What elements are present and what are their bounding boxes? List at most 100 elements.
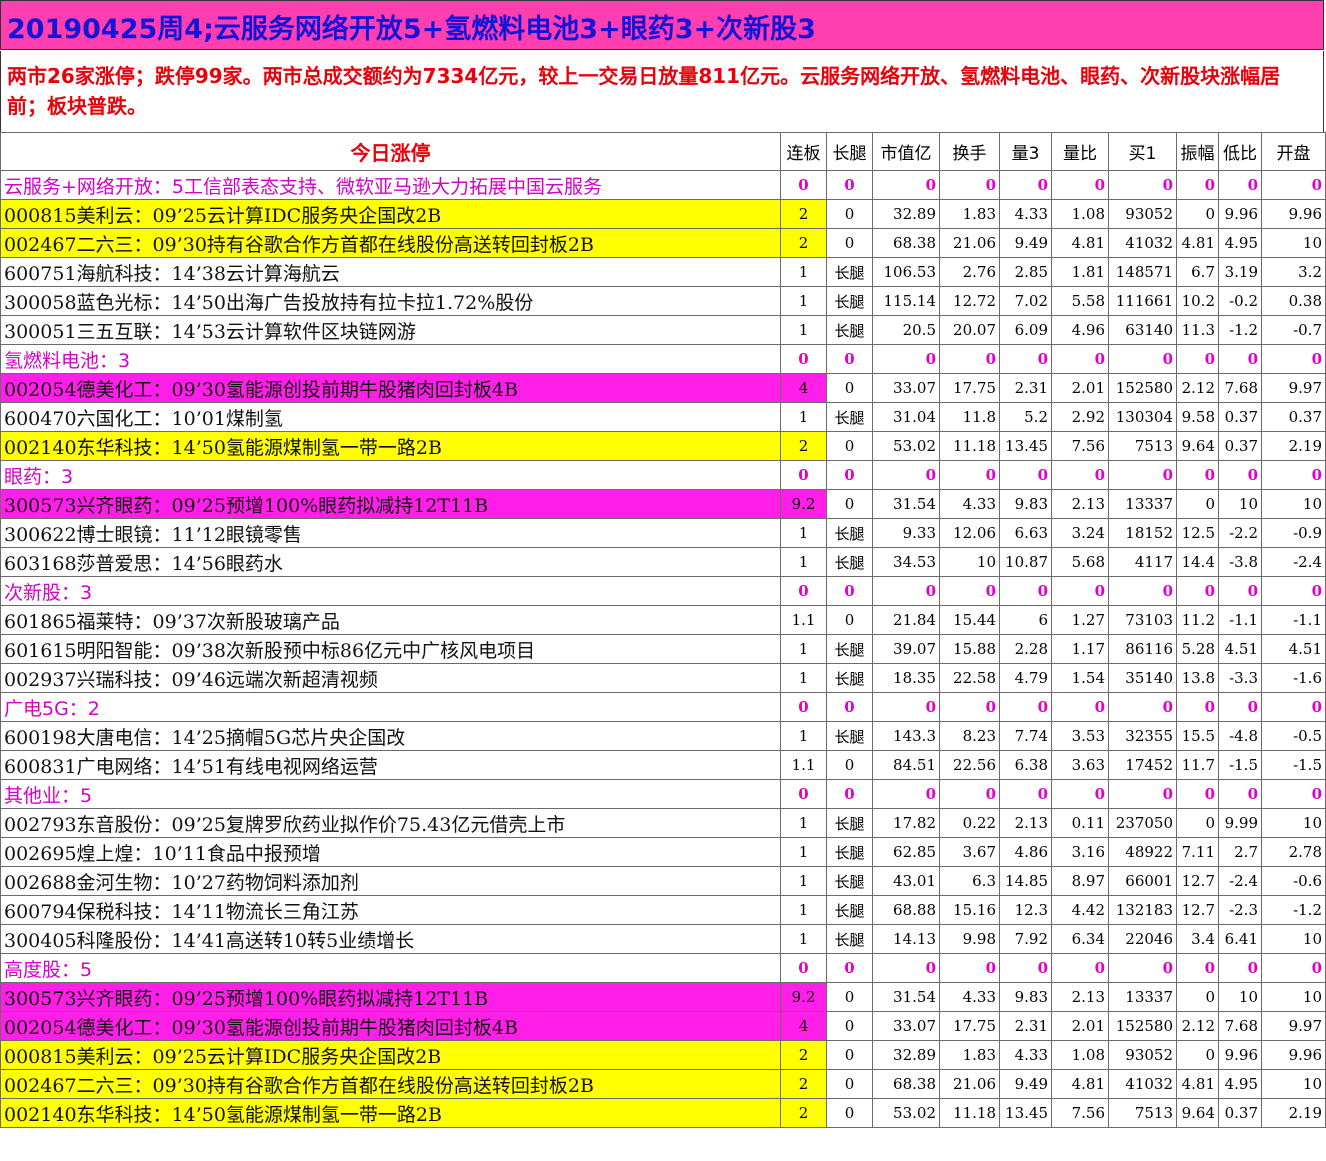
low-ratio-cell: 9.99 [1218,808,1262,838]
market-cap-cell: 0 [872,779,940,809]
volume3-cell: 6 [999,605,1052,635]
market-cap-cell: 32.89 [872,1040,940,1070]
turnover-cell: 17.75 [939,373,1000,403]
long-leg-cell: 长腿 [826,808,873,838]
category-label: 广电5G：2 [0,692,781,722]
stock-name-cell: 300405科隆股份：14’41高送转10转5业绩增长 [0,924,781,954]
consecutive-cell: 1 [780,315,827,345]
amplitude-cell: 9.64 [1176,431,1219,461]
open-cell: 10 [1261,489,1326,519]
turnover-cell: 17.75 [939,1011,1000,1041]
table-row: 300622博士眼镜：11’12眼镜零售 1 长腿 9.33 12.06 6.63 3.24… [0,518,1326,548]
low-ratio-cell: -2.3 [1218,895,1262,925]
long-leg-cell: 0 [826,605,873,635]
volume-ratio-cell: 7.56 [1051,1098,1109,1128]
open-cell: 0.37 [1261,402,1326,432]
consecutive-cell: 9.2 [780,982,827,1012]
open-cell: 0 [1261,344,1326,374]
volume-ratio-cell: 4.81 [1051,1069,1109,1099]
page-title-bar: 20190425周4;云服务网络开放5+氢燃料电池3+眼药3+次新股3 [0,0,1324,50]
market-cap-cell: 9.33 [872,518,940,548]
amplitude-cell: 11.2 [1176,605,1219,635]
volume-ratio-cell: 0 [1051,170,1109,200]
category-label: 眼药：3 [0,460,781,490]
open-cell: 10 [1261,1069,1326,1099]
open-cell: 10 [1261,228,1326,258]
header-volume-ratio: 量比 [1051,132,1109,171]
table-row: 600831广电网络：14’51有线电视网络运营 1.1 0 84.51 22.56 6.… [0,750,1326,780]
low-ratio-cell: 0 [1218,779,1262,809]
open-cell: 9.96 [1261,199,1326,229]
amplitude-cell: 0 [1176,953,1219,983]
volume3-cell: 9.83 [999,489,1052,519]
table-row: 002140东华科技：14’50氢能源煤制氢一带一路2B 2 0 53.02 11.18… [0,431,1326,461]
bid1-cell: 93052 [1108,199,1177,229]
header-open: 开盘 [1261,132,1326,171]
volume-ratio-cell: 4.42 [1051,895,1109,925]
volume-ratio-cell: 0 [1051,953,1109,983]
low-ratio-cell: 3.19 [1218,257,1262,287]
consecutive-cell: 9.2 [780,489,827,519]
table-row: 603168莎普爱思：14’56眼药水 1 长腿 34.53 10 10.87 5.68 41… [0,547,1326,577]
turnover-cell: 10 [939,547,1000,577]
consecutive-cell: 1 [780,547,827,577]
header-low-ratio: 低比 [1218,132,1262,171]
volume3-cell: 7.02 [999,286,1052,316]
consecutive-cell: 2 [780,1040,827,1070]
consecutive-cell: 2 [780,228,827,258]
long-leg-cell: 0 [826,170,873,200]
header-volume3: 量3 [999,132,1052,171]
consecutive-cell: 1.1 [780,605,827,635]
volume-ratio-cell: 1.54 [1051,663,1109,693]
table-row: 002937兴瑞科技：09’46远端次新超清视频 1 长腿 18.35 22.58 4.7… [0,663,1326,693]
market-cap-cell: 62.85 [872,837,940,867]
low-ratio-cell: 6.41 [1218,924,1262,954]
open-cell: -1.5 [1261,750,1326,780]
low-ratio-cell: 0 [1218,170,1262,200]
long-leg-cell: 长腿 [826,895,873,925]
volume-ratio-cell: 2.01 [1051,1011,1109,1041]
bid1-cell: 111661 [1108,286,1177,316]
market-cap-cell: 53.02 [872,1098,940,1128]
consecutive-cell: 1.1 [780,750,827,780]
open-cell: 0 [1261,170,1326,200]
header-market-cap: 市值亿 [872,132,940,171]
table-row: 600198大唐电信：14’25摘帽5G芯片央企国改 1 长腿 143.3 8.23 7.… [0,721,1326,751]
volume3-cell: 6.38 [999,750,1052,780]
amplitude-cell: 15.5 [1176,721,1219,751]
table-row: 601615明阳智能：09’38次新股预中标86亿元中广核风电项目 1 长腿 39.0… [0,634,1326,664]
long-leg-cell: 长腿 [826,837,873,867]
market-cap-cell: 31.54 [872,489,940,519]
volume-ratio-cell: 3.63 [1051,750,1109,780]
open-cell: 0 [1261,576,1326,606]
consecutive-cell: 2 [780,199,827,229]
category-label: 云服务+网络开放：5工信部表态支持、微软亚马逊大力拓展中国云服务 [0,170,781,200]
long-leg-cell: 长腿 [826,634,873,664]
bid1-cell: 35140 [1108,663,1177,693]
market-cap-cell: 17.82 [872,808,940,838]
long-leg-cell: 0 [826,1069,873,1099]
low-ratio-cell: -4.8 [1218,721,1262,751]
consecutive-cell: 0 [780,953,827,983]
volume-ratio-cell: 2.92 [1051,402,1109,432]
long-leg-cell: 0 [826,982,873,1012]
header-long-leg: 长腿 [826,132,873,171]
amplitude-cell: 9.58 [1176,402,1219,432]
low-ratio-cell: -2.4 [1218,866,1262,896]
market-cap-cell: 68.38 [872,1069,940,1099]
market-cap-cell: 33.07 [872,1011,940,1041]
volume3-cell: 2.31 [999,1011,1052,1041]
long-leg-cell: 长腿 [826,924,873,954]
consecutive-cell: 0 [780,692,827,722]
stock-name-cell: 300573兴齐眼药：09’25预增100%眼药拟减持12T11B [0,982,781,1012]
amplitude-cell: 12.5 [1176,518,1219,548]
stock-name-cell: 002140东华科技：14’50氢能源煤制氢一带一路2B [0,1098,781,1128]
long-leg-cell: 0 [826,1011,873,1041]
volume3-cell: 4.86 [999,837,1052,867]
bid1-cell: 48922 [1108,837,1177,867]
amplitude-cell: 5.28 [1176,634,1219,664]
category-row: 高度股：5 0 0 0 0 0 0 0 0 0 0 [0,953,1326,983]
open-cell: -0.6 [1261,866,1326,896]
stock-name-cell: 002140东华科技：14’50氢能源煤制氢一带一路2B [0,431,781,461]
turnover-cell: 15.16 [939,895,1000,925]
